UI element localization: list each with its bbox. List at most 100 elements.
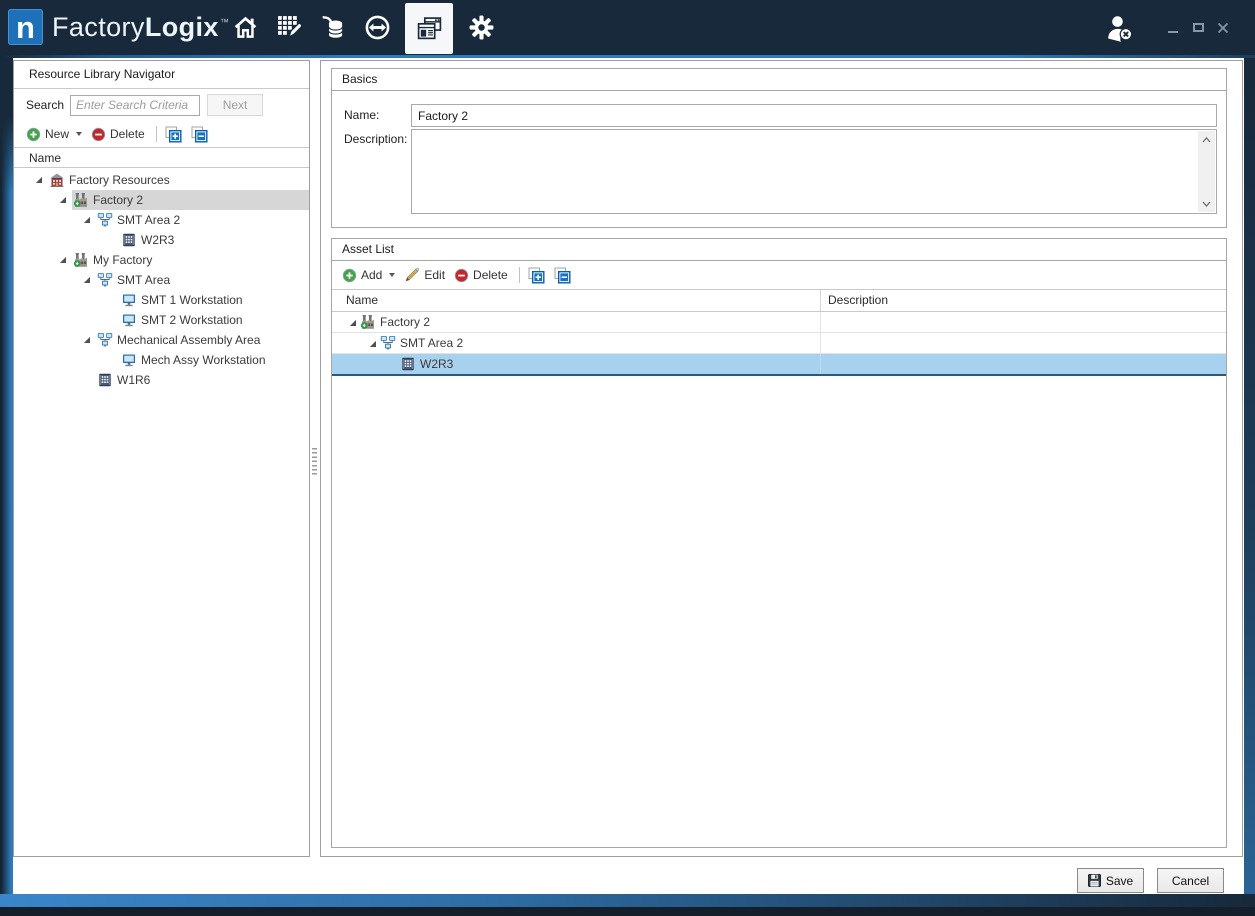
tree-item-content: W2R3 (120, 230, 309, 250)
maximize-button[interactable] (1191, 18, 1205, 38)
tree-expander-icon[interactable]: ◢ (366, 339, 380, 348)
name-field[interactable] (411, 104, 1217, 127)
add-button-label: Add (361, 268, 382, 282)
asset-row-w2r3[interactable]: W2R3 (332, 354, 1226, 376)
expand-all-button[interactable] (528, 267, 545, 284)
delete-button[interactable]: Delete (454, 268, 508, 283)
panel-splitter[interactable] (312, 448, 317, 475)
tree-expander-icon[interactable]: ◢ (30, 170, 48, 190)
nav-resources-button[interactable] (405, 3, 453, 54)
add-button[interactable]: Add (342, 268, 395, 283)
tree-item-label: Factory Resources (69, 173, 170, 187)
dropdown-caret-icon (76, 132, 82, 136)
edit-button[interactable]: Edit (404, 267, 445, 283)
asset-row-smt-area-2[interactable]: ◢SMT Area 2 (332, 333, 1226, 354)
minimize-button[interactable] (1166, 18, 1180, 38)
next-button[interactable]: Next (207, 94, 263, 116)
expand-all-button[interactable] (165, 126, 182, 143)
tree-item-factory-2[interactable]: ◢Factory 2 (14, 190, 309, 210)
tree-item-w1r6[interactable]: W1R6 (14, 370, 309, 390)
tree-expander-icon[interactable]: ◢ (78, 210, 96, 230)
collapse-all-button[interactable] (554, 267, 571, 284)
asset-row-factory-2[interactable]: ◢Factory 2 (332, 312, 1226, 333)
tree-expander-icon[interactable]: ◢ (54, 250, 72, 270)
nav-design-button[interactable] (273, 3, 305, 53)
nav-settings-button[interactable] (465, 3, 497, 53)
resource-library-navigator-panel: Resource Library Navigator Search Next N… (13, 60, 310, 857)
tree-indent (14, 200, 54, 201)
tree-item-content: My Factory (72, 250, 309, 270)
tree-expander-icon[interactable]: ◢ (54, 190, 72, 210)
area-icon (97, 332, 113, 348)
tree-item-w2r3[interactable]: W2R3 (14, 230, 309, 250)
asset-name-cell: ◢Factory 2 (332, 312, 821, 332)
collapse-all-button[interactable] (191, 126, 208, 143)
description-scrollbar[interactable] (1198, 131, 1215, 212)
machine-icon (121, 232, 137, 248)
new-button[interactable]: New (26, 127, 82, 142)
factory-icon (73, 252, 89, 268)
nav-production-button[interactable] (361, 3, 393, 53)
tree-expander-icon[interactable]: ◢ (78, 270, 96, 290)
tree-column-header[interactable]: Name (14, 147, 309, 168)
tree-indent (14, 220, 78, 221)
nav-materials-button[interactable] (317, 3, 349, 53)
collapse-all-icon (554, 267, 571, 284)
edit-button-label: Edit (424, 268, 445, 282)
search-row: Search Next (14, 89, 309, 121)
tree-item-label: SMT 1 Workstation (141, 293, 243, 307)
main-navigation (229, 0, 497, 55)
tree-item-content: SMT 2 Workstation (120, 310, 309, 330)
asset-name-label: W2R3 (420, 357, 453, 371)
factory-icon (73, 192, 89, 208)
cancel-button-label: Cancel (1172, 874, 1209, 888)
tree-expander-icon[interactable]: ◢ (346, 318, 360, 327)
workstation-icon (121, 312, 137, 328)
toolbar-separator (156, 126, 157, 142)
window-border-bottom (0, 894, 1255, 907)
search-input[interactable] (70, 95, 200, 116)
tree-expander-icon[interactable]: ◢ (78, 330, 96, 350)
save-button[interactable]: Save (1077, 868, 1144, 893)
asset-description-cell (821, 333, 1226, 353)
tree-item-smt-1-workstation[interactable]: SMT 1 Workstation (14, 290, 309, 310)
asset-description-cell (821, 312, 1226, 332)
tree-item-smt-area[interactable]: ◢SMT Area (14, 270, 309, 290)
user-logout-icon[interactable] (1105, 14, 1135, 42)
titlebar: n FactoryLogix™ (0, 0, 1255, 55)
name-label: Name: (344, 108, 379, 122)
tree-item-smt-2-workstation[interactable]: SMT 2 Workstation (14, 310, 309, 330)
nav-home-button[interactable] (229, 3, 261, 53)
cancel-button[interactable]: Cancel (1157, 868, 1224, 893)
content-area: Resource Library Navigator Search Next N… (13, 58, 1244, 894)
area-icon (97, 272, 113, 288)
window-border-left (0, 58, 13, 894)
description-field[interactable] (411, 129, 1217, 214)
delete-button[interactable]: Delete (91, 127, 145, 142)
tree-item-my-factory[interactable]: ◢ My Factory (14, 250, 309, 270)
expand-all-icon (528, 267, 545, 284)
tree-item-label: My Factory (93, 253, 152, 267)
asset-list-title: Asset List (332, 239, 1226, 261)
factory-icon (360, 314, 376, 330)
tree-item-mech-assy-workstation[interactable]: Mech Assy Workstation (14, 350, 309, 370)
window-border-right (1244, 58, 1255, 894)
tree-indent (14, 260, 54, 261)
description-label: Description: (344, 132, 407, 146)
logo-letter: n (16, 12, 35, 43)
close-button[interactable] (1216, 18, 1230, 38)
delete-minus-icon (454, 268, 469, 283)
tree-item-smt-area-2[interactable]: ◢SMT Area 2 (14, 210, 309, 230)
nexlogic-logo-icon: n (8, 9, 43, 45)
delete-minus-icon (91, 127, 106, 142)
tree-item-label: Mechanical Assembly Area (117, 333, 260, 347)
tree-item-factory-resources[interactable]: ◢ Factory Resources (14, 170, 309, 190)
column-header-description[interactable]: Description (821, 290, 1226, 311)
column-header-name[interactable]: Name (332, 290, 821, 311)
new-button-label: New (45, 127, 69, 141)
tree-item-mechanical-assembly-area[interactable]: ◢ Mechanical Assembly Area (14, 330, 309, 350)
scroll-down-button[interactable] (1198, 195, 1215, 212)
asset-table-body: ◢Factory 2◢SMT Area 2 W2R3 (332, 312, 1226, 376)
collapse-all-icon (191, 126, 208, 143)
scroll-up-button[interactable] (1198, 131, 1215, 148)
